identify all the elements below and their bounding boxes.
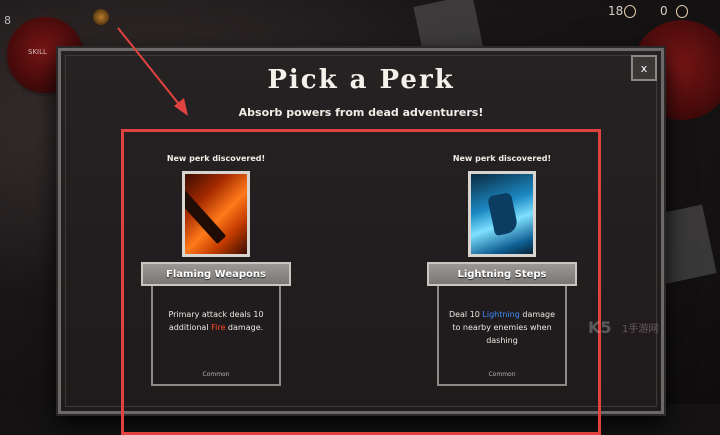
perk-rarity: Common xyxy=(202,371,230,378)
coin-icon xyxy=(624,5,636,18)
flaming-sword-icon[interactable] xyxy=(182,171,250,257)
perk-keyword: Lightning xyxy=(482,310,520,319)
lightning-boot-icon[interactable] xyxy=(468,171,536,257)
perk-name-button[interactable]: Flaming Weapons xyxy=(141,262,291,286)
ability-icon[interactable] xyxy=(92,8,110,26)
modal-title: Pick a Perk xyxy=(267,65,455,95)
perk-desc-text-end: damage. xyxy=(225,323,264,332)
hud-left-number: 8 xyxy=(4,14,11,27)
watermark-text: 1手游网 xyxy=(622,324,659,335)
perk-description: Deal 10 Lightning damage to nearby enemi… xyxy=(437,286,567,386)
perk-card-lightning-steps[interactable]: New perk discovered! Lightning Steps Dea… xyxy=(427,154,577,386)
orb-label: SKILL xyxy=(28,48,47,56)
perk-keyword: Fire xyxy=(211,323,226,332)
perk-modal: Pick a Perk Absorb powers from dead adve… xyxy=(58,48,664,435)
perk-desc-text: Deal 10 xyxy=(448,310,483,319)
close-button[interactable]: x xyxy=(631,55,657,81)
perk-description: Primary attack deals 10 additional Fire … xyxy=(151,286,281,386)
perk-discovered-label: New perk discovered! xyxy=(166,154,266,163)
perk-name-button[interactable]: Lightning Steps xyxy=(427,262,577,286)
modal-subtitle: Absorb powers from dead adventurers! xyxy=(238,106,484,119)
perk-card-flaming-weapons[interactable]: New perk discovered! Flaming Weapons Pri… xyxy=(141,154,291,386)
perk-discovered-label: New perk discovered! xyxy=(452,154,552,163)
hud-stat-a: 18 xyxy=(608,4,624,18)
watermark-logo: K5 xyxy=(588,318,612,337)
hud-stat-b: 0 xyxy=(660,4,668,18)
soul-icon xyxy=(676,5,688,18)
perk-rarity: Common xyxy=(488,371,516,378)
